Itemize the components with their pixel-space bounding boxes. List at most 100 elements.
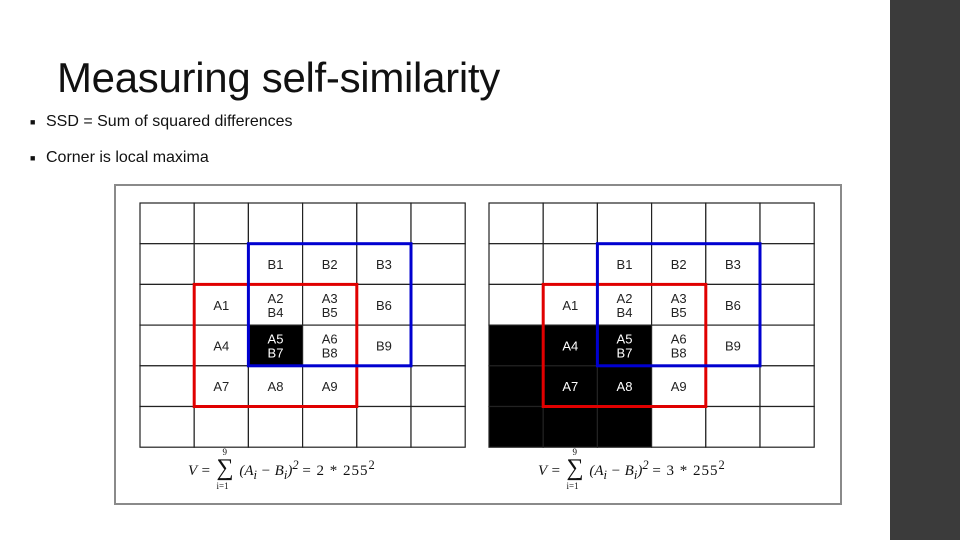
pixel-cell	[488, 202, 544, 245]
pixel-cell	[302, 405, 358, 448]
dark-pixel-cell	[542, 405, 599, 448]
formula-b: − B	[607, 463, 634, 479]
pixel-cell	[410, 365, 466, 408]
pixel-cell	[139, 405, 195, 448]
pixel-cell	[410, 283, 466, 326]
cell-label: A9	[322, 379, 338, 394]
sum-symbol: ∑ 9 i=1	[566, 447, 584, 491]
cell-label: B6	[725, 298, 741, 313]
cell-label: B2	[322, 257, 338, 272]
pixel-cell	[356, 202, 412, 245]
formula-a: (A	[239, 463, 254, 479]
cell-label: B5	[322, 305, 338, 320]
cell-label: B4	[268, 305, 284, 320]
formula-square: 2	[292, 458, 299, 472]
formula-result: = 2 * 255	[302, 463, 369, 479]
pixel-cell	[650, 405, 707, 448]
pixel-cell	[302, 202, 358, 245]
pixel-cell	[139, 365, 195, 408]
pixel-cell	[193, 243, 249, 285]
cell-label: A8	[617, 379, 633, 394]
pixel-cell	[759, 324, 815, 367]
formula-square: 2	[642, 458, 649, 472]
cell-label: A9	[671, 379, 687, 394]
cell-label: A2	[268, 291, 284, 306]
cell-label: A6	[671, 331, 687, 346]
pixel-cell	[247, 202, 304, 245]
pixel-cell	[139, 202, 195, 245]
pixel-cell	[410, 202, 466, 245]
result-square: 2	[718, 458, 725, 472]
sum-symbol: ∑ 9 i=1	[216, 447, 234, 491]
cell-label: A5	[617, 331, 633, 346]
sum-upper: 9	[572, 447, 578, 457]
cell-label: A3	[322, 291, 338, 306]
sum-upper: 9	[222, 447, 228, 457]
pixel-cell	[193, 202, 249, 245]
formula-b: − B	[257, 463, 284, 479]
pixel-cell	[247, 405, 304, 448]
cell-label: B9	[725, 338, 741, 353]
pixel-cell	[139, 243, 195, 285]
pixel-cell	[139, 324, 195, 367]
cell-label: B9	[376, 338, 392, 353]
formula-lhs: V =	[188, 463, 211, 479]
pixel-cell	[488, 243, 544, 285]
pixel-grid-diagrams: B1 B2 B3A1 A2B4A3B5 B6A4 A5B7A6B8 B9A7 A8 A9B1 B2…	[139, 202, 815, 448]
dark-pixel-cell	[488, 365, 544, 408]
cell-label: B2	[671, 257, 687, 272]
result-square: 2	[368, 458, 375, 472]
pixel-cell	[488, 283, 544, 326]
sum-lower: i=1	[566, 481, 579, 491]
pixel-cell	[705, 405, 761, 448]
cell-label: A3	[671, 291, 687, 306]
pixel-cell	[542, 202, 599, 245]
pixel-cell	[410, 405, 466, 448]
pixel-cell	[356, 405, 412, 448]
formula-left: V = ∑ 9 i=1 (Ai − Bi)2 = 2 * 2552	[188, 447, 375, 491]
cell-label: A8	[268, 379, 284, 394]
cell-label: B3	[725, 257, 741, 272]
pixel-cell	[650, 202, 707, 245]
cell-label: A4	[562, 338, 578, 353]
cell-label: B1	[268, 257, 284, 272]
pixel-cell	[759, 283, 815, 326]
cell-label: A5	[268, 331, 284, 346]
cell-label: A7	[562, 379, 578, 394]
pixel-cell	[139, 283, 195, 326]
pixel-cell	[759, 243, 815, 285]
cell-label: A1	[213, 298, 229, 313]
cell-label: B5	[671, 305, 687, 320]
formula-right: V = ∑ 9 i=1 (Ai − Bi)2 = 3 * 2552	[538, 447, 725, 491]
cell-label: B4	[617, 305, 633, 320]
cell-label: B7	[617, 345, 633, 360]
pixel-cell	[542, 243, 599, 285]
pixel-cell	[193, 405, 249, 448]
pixel-cell	[759, 365, 815, 408]
cell-label: B8	[322, 345, 338, 360]
pixel-cell	[759, 202, 815, 245]
pixel-cell	[410, 243, 466, 285]
cell-label: A2	[617, 291, 633, 306]
pixel-cell	[356, 365, 412, 408]
pixel-cell	[596, 202, 653, 245]
dark-pixel-cell	[488, 324, 544, 367]
cell-label: B8	[671, 345, 687, 360]
cell-label: A1	[562, 298, 578, 313]
cell-label: B1	[617, 257, 633, 272]
cell-label: A4	[213, 338, 229, 353]
formula-result: = 3 * 255	[652, 463, 719, 479]
cell-label: B3	[376, 257, 392, 272]
formula-a: (A	[589, 463, 604, 479]
dark-pixel-cell	[488, 405, 544, 448]
pixel-cell	[759, 405, 815, 448]
pixel-cell	[705, 365, 761, 408]
dark-pixel-cell	[596, 405, 653, 448]
cell-label: A7	[213, 379, 229, 394]
sum-lower: i=1	[216, 481, 229, 491]
formula-lhs: V =	[538, 463, 561, 479]
pixel-cell	[705, 202, 761, 245]
cell-label: B7	[268, 345, 284, 360]
cell-label: B6	[376, 298, 392, 313]
pixel-cell	[410, 324, 466, 367]
